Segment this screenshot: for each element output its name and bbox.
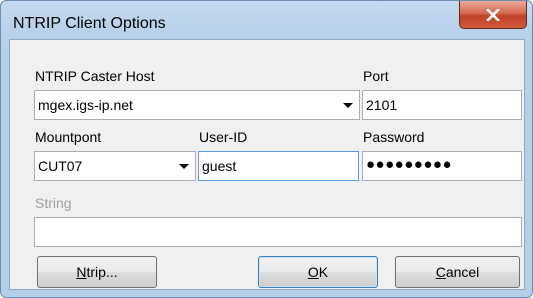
ok-button-accel: O — [307, 264, 319, 280]
chevron-down-icon[interactable] — [343, 103, 353, 108]
port-value: 2101 — [366, 97, 398, 113]
chevron-down-icon[interactable] — [179, 164, 189, 169]
caster-host-value: mgex.igs-ip.net — [38, 97, 133, 113]
password-value: ●●●●●●●●● — [366, 156, 453, 173]
string-field[interactable] — [34, 217, 522, 247]
mountpoint-combo[interactable]: CUT07 — [34, 151, 196, 181]
mountpoint-value: CUT07 — [38, 158, 83, 174]
mountpoint-label: Mountpont — [35, 129, 102, 145]
caster-host-label: NTRIP Caster Host — [35, 68, 155, 84]
user-id-value: guest — [202, 158, 237, 174]
window-title: NTRIP Client Options — [13, 15, 166, 32]
cancel-button-label: ancel — [445, 264, 480, 280]
close-icon — [486, 8, 500, 21]
caster-host-combo[interactable]: mgex.igs-ip.net — [34, 90, 360, 120]
string-label: String — [35, 195, 72, 211]
ntrip-button[interactable]: Ntrip... — [37, 256, 157, 288]
user-id-label: User-ID — [199, 129, 248, 145]
ok-button[interactable]: OK — [258, 256, 378, 288]
cancel-button[interactable]: Cancel — [395, 256, 520, 288]
dialog-client-area: NTRIP Caster Host Port mgex.igs-ip.net 2… — [9, 39, 525, 290]
password-label: Password — [363, 129, 425, 145]
ok-button-label: K — [318, 264, 329, 280]
port-label: Port — [363, 68, 389, 84]
close-button[interactable] — [459, 1, 527, 29]
title-bar[interactable]: NTRIP Client Options — [1, 1, 532, 39]
port-field[interactable]: 2101 — [362, 90, 522, 120]
password-field[interactable]: ●●●●●●●●● — [362, 151, 522, 181]
ntrip-button-label: trip... — [86, 264, 118, 280]
dialog-window: NTRIP Client Options NTRIP Caster Host P… — [0, 0, 533, 298]
cancel-button-accel: C — [435, 264, 446, 280]
ntrip-button-accel: N — [76, 264, 87, 280]
user-id-field[interactable]: guest — [198, 151, 359, 181]
